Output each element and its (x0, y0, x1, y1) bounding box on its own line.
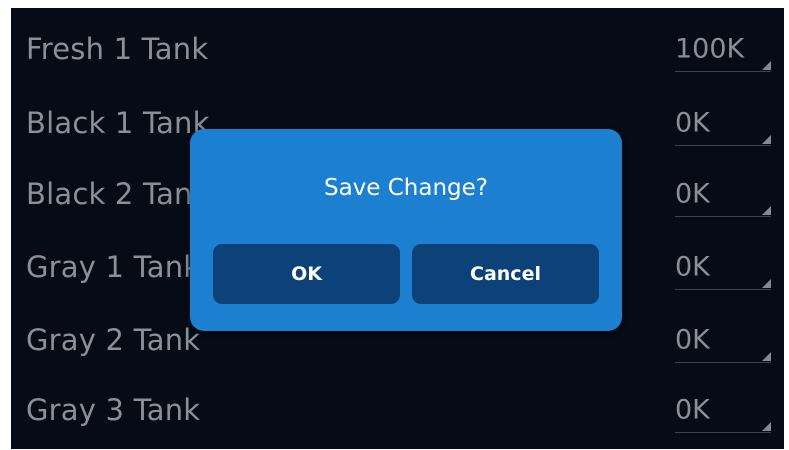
tank-value: 0K (675, 107, 710, 139)
tank-label: Gray 3 Tank (26, 393, 201, 427)
tank-settings-screen: Fresh 1 Tank 100K Black 1 Tank 0K Black … (11, 8, 784, 449)
tank-value: 100K (675, 33, 745, 65)
ok-button[interactable]: OK (213, 244, 400, 304)
tank-value-dropdown[interactable]: 0K (675, 311, 771, 369)
underline (675, 216, 771, 217)
dropdown-corner-icon (762, 352, 771, 361)
tank-value-dropdown[interactable]: 0K (675, 381, 771, 439)
tank-label: Black 2 Tank (26, 177, 210, 211)
underline (675, 145, 771, 146)
dropdown-corner-icon (762, 279, 771, 288)
underline (675, 289, 771, 290)
tank-label: Fresh 1 Tank (26, 32, 209, 66)
tank-value: 0K (675, 251, 710, 283)
dropdown-corner-icon (762, 422, 771, 431)
tank-label: Black 1 Tank (26, 106, 210, 140)
underline (675, 71, 771, 72)
dropdown-corner-icon (762, 206, 771, 215)
tank-row-fresh-1: Fresh 1 Tank 100K (11, 20, 784, 78)
save-change-dialog: Save Change? OK Cancel (190, 129, 622, 331)
underline (675, 432, 771, 433)
tank-value: 0K (675, 178, 710, 210)
tank-value: 0K (675, 324, 710, 356)
tank-value-dropdown[interactable]: 0K (675, 238, 771, 296)
tank-value-dropdown[interactable]: 0K (675, 94, 771, 152)
tank-value-dropdown[interactable]: 100K (675, 20, 771, 78)
dialog-title: Save Change? (323, 175, 489, 201)
tank-label: Gray 2 Tank (26, 323, 201, 357)
tank-row-gray-3: Gray 3 Tank 0K (11, 381, 784, 439)
tank-label: Gray 1 Tank (26, 250, 201, 284)
underline (675, 362, 771, 363)
tank-value: 0K (675, 394, 710, 426)
tank-value-dropdown[interactable]: 0K (675, 165, 771, 223)
cancel-button[interactable]: Cancel (412, 244, 599, 304)
dropdown-corner-icon (762, 135, 771, 144)
dropdown-corner-icon (762, 61, 771, 70)
